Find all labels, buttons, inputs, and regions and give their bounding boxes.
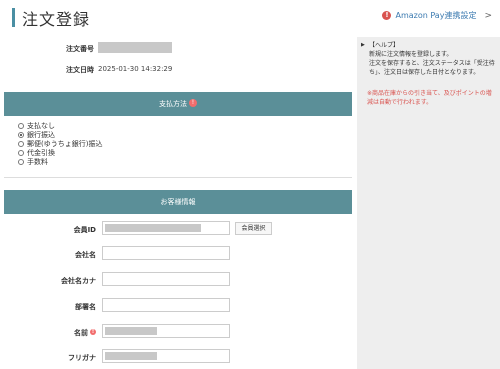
name-row: 名前! (4, 322, 352, 344)
furigana-row: フリガナ (4, 347, 352, 369)
member-id-label: 会員ID (73, 226, 96, 234)
help-heading: 【ヘルプ】 (369, 42, 400, 49)
page-title: 注文登録 (22, 10, 91, 29)
chevron-right-icon: > (484, 10, 492, 21)
company-kana-input[interactable] (102, 272, 230, 286)
company-name-input[interactable] (102, 246, 230, 260)
payment-option[interactable]: 支払なし (18, 121, 352, 130)
required-icon: ! (189, 99, 197, 107)
department-row: 部署名 (4, 296, 352, 318)
help-line: 新規に注文情報を登録します。 (369, 51, 453, 58)
radio-button-selected[interactable] (18, 131, 24, 138)
department-label: 部署名 (75, 303, 96, 311)
member-id-row: 会員ID 会員選択 (4, 219, 352, 241)
help-line: 注文を保存すると、注文ステータスは「受注待ち」、注文日は保存した日付となります。 (369, 60, 495, 76)
triangle-icon: ▶ (361, 42, 365, 48)
payment-options: 支払なし 銀行振込 郵便(ゆうちょ銀行)振込 代金引換 手数料 (4, 118, 352, 178)
radio-button[interactable] (18, 158, 24, 165)
order-number-value (98, 42, 172, 53)
payment-option[interactable]: 郵便(ゆうちょ銀行)振込 (18, 139, 352, 148)
title-accent-bar (12, 8, 15, 27)
payment-option[interactable]: 手数料 (18, 157, 352, 166)
payment-option[interactable]: 代金引換 (18, 148, 352, 157)
payment-section-header: 支払方法! (4, 92, 352, 116)
warning-icon: ! (382, 11, 392, 20)
payment-option-label: 手数料 (27, 157, 48, 166)
member-select-button[interactable]: 会員選択 (235, 222, 272, 235)
page-header: 注文登録 ! Amazon Pay連携設定 > (0, 0, 500, 34)
help-note: ※商品在庫からの引き当て、及びポイントの増減は自動で行われます。 (367, 90, 492, 106)
name-label: 名前! (74, 329, 96, 337)
member-id-input[interactable] (102, 221, 230, 235)
furigana-label: フリガナ (68, 354, 96, 362)
amazon-pay-settings-label: Amazon Pay連携設定 (395, 11, 477, 20)
radio-button[interactable] (18, 122, 24, 129)
amazon-pay-settings-link[interactable]: ! Amazon Pay連携設定 > (382, 10, 492, 21)
company-kana-row: 会社名カナ (4, 270, 352, 292)
order-date-value: 2025-01-30 14:32:29 (98, 65, 173, 73)
payment-section-title: 支払方法 (159, 100, 187, 108)
order-number-label: 注文番号 (66, 45, 94, 53)
company-name-label: 会社名 (75, 251, 96, 259)
customer-section-title: お客様情報 (160, 198, 196, 206)
radio-button[interactable] (18, 140, 24, 147)
order-date-label: 注文日時 (66, 66, 94, 74)
name-input[interactable] (102, 324, 230, 338)
help-panel: ▶ 【ヘルプ】 新規に注文情報を登録します。 注文を保存すると、注文ステータスは… (357, 37, 500, 369)
radio-button[interactable] (18, 149, 24, 156)
required-icon: ! (90, 329, 96, 335)
furigana-input[interactable] (102, 349, 230, 363)
company-kana-label: 会社名カナ (61, 277, 96, 285)
order-info: 注文番号 注文日時 2025-01-30 14:32:29 (4, 37, 352, 81)
company-name-row: 会社名 (4, 244, 352, 266)
department-input[interactable] (102, 298, 230, 312)
help-text: ▶ 【ヘルプ】 新規に注文情報を登録します。 注文を保存すると、注文ステータスは… (361, 41, 497, 77)
main-form: 注文番号 注文日時 2025-01-30 14:32:29 支払方法! 支払なし… (0, 37, 356, 369)
customer-section-header: お客様情報 (4, 190, 352, 214)
